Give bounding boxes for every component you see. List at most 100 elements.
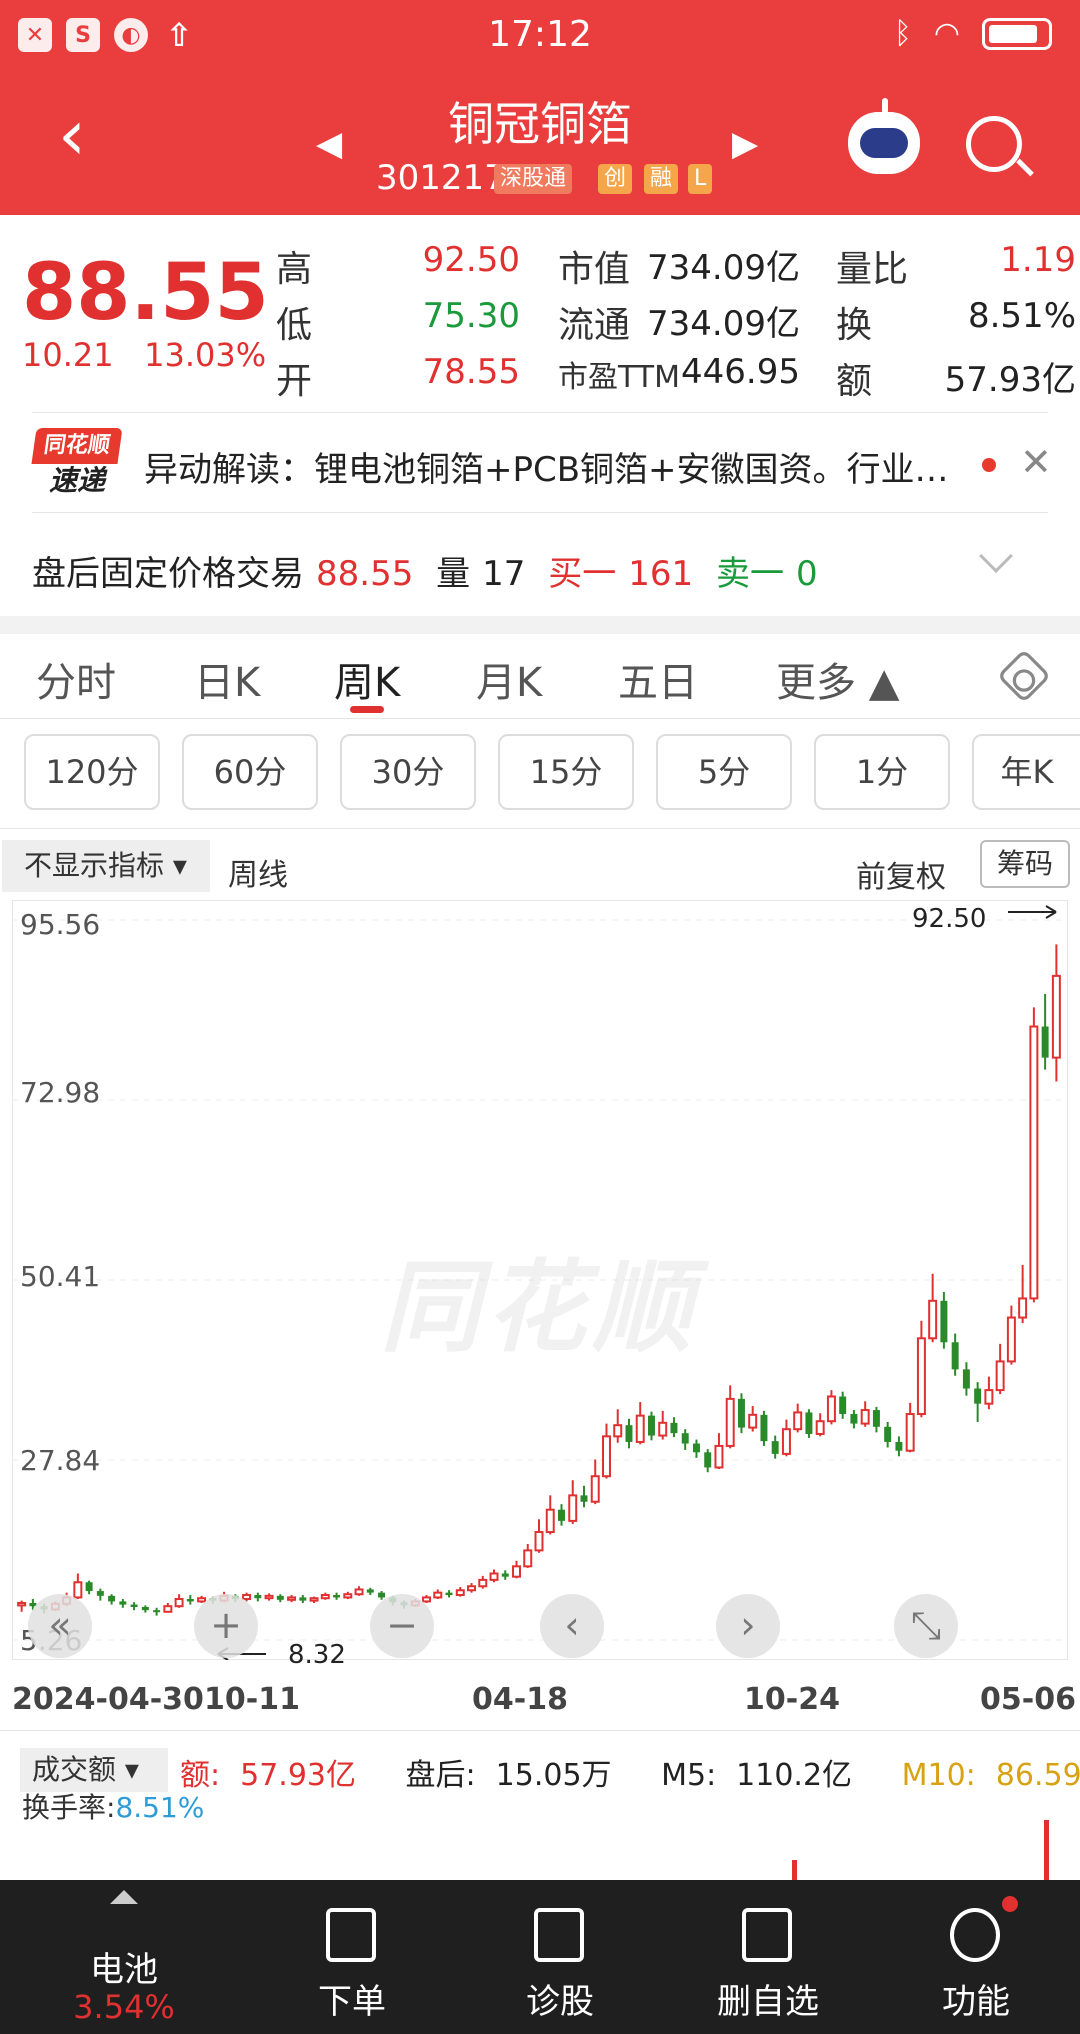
remove-watchlist-button[interactable]: 删自选 (678, 1880, 858, 2034)
search-icon[interactable] (966, 116, 1022, 172)
candle-body (1018, 1297, 1028, 1319)
candle-body (793, 1411, 803, 1431)
after-stat: 盘后: 15.05万 (406, 1758, 632, 1793)
period-5m[interactable]: 5分 (656, 734, 792, 810)
amount-stat: 额: 57.93亿 (180, 1758, 376, 1793)
tab-more[interactable]: 更多 ▲ (776, 650, 899, 708)
chips-button[interactable]: 筹码 (980, 840, 1070, 888)
indicator-select[interactable]: 不显示指标 ▾ (2, 840, 210, 892)
change-value: 10.21 (22, 336, 114, 374)
candle-body (884, 1426, 892, 1442)
candle-body (433, 1591, 443, 1599)
candle-body (860, 1409, 870, 1425)
x-tick-5: 05-06 (980, 1682, 1076, 1717)
low-value: 75.30 (422, 296, 520, 336)
candle-body (737, 1398, 745, 1428)
turnover-value: 8.51% (967, 296, 1076, 336)
functions-icon (950, 1908, 1000, 1962)
app-header: ✕ S ◐ ⇧ 17:12 ᛒ ◠ ‹ ◀ 铜冠铜箔 ▶ 301217 深股通 … (0, 0, 1080, 215)
candle-body (916, 1337, 926, 1416)
m10-stat-label: M10: (901, 1758, 976, 1793)
candle-body (692, 1443, 700, 1453)
candle-body (153, 1610, 161, 1613)
float-cap-value: 734.09亿 (647, 304, 800, 344)
period-year-k[interactable]: 年K (972, 734, 1080, 810)
unread-dot (982, 458, 996, 472)
robot-assistant-icon[interactable] (848, 98, 920, 174)
candle-body (523, 1549, 533, 1568)
diagnose-icon (534, 1908, 584, 1962)
expand-up-icon[interactable] (110, 1890, 138, 1904)
float-cap-label: 流通 (558, 305, 631, 346)
chevron-down-icon[interactable] (979, 539, 1013, 573)
remove-watchlist-label: 删自选 (717, 1982, 819, 2022)
scroll-right-icon[interactable]: › (716, 1594, 780, 1658)
volume-ratio-value: 1.19 (1000, 240, 1076, 280)
order-button[interactable]: 下单 (262, 1880, 442, 2034)
diagnose-label: 诊股 (526, 1982, 594, 2022)
period-120m[interactable]: 120分 (24, 734, 160, 810)
volume-ratio-label: 量比 (836, 249, 909, 290)
order-icon (326, 1908, 376, 1962)
open-value: 78.55 (422, 352, 520, 392)
candle-body (658, 1421, 668, 1437)
tab-timeshare[interactable]: 分时 (36, 650, 116, 708)
market-cap-label: 市值 (558, 249, 631, 290)
scroll-left-icon[interactable]: ‹ (540, 1594, 604, 1658)
candle-body (163, 1605, 173, 1613)
tab-five-day[interactable]: 五日 (618, 650, 698, 708)
settings-icon[interactable] (996, 648, 1052, 704)
adjustment-toggle[interactable]: 前复权 (856, 852, 946, 896)
market-cap-value: 734.09亿 (647, 248, 800, 288)
candle-body (590, 1475, 600, 1503)
candle-body (96, 1591, 104, 1596)
buy1-label: 买一 (548, 554, 617, 594)
candle-body (995, 1360, 1005, 1392)
period-60m[interactable]: 60分 (182, 734, 318, 810)
news-headline[interactable]: 异动解读：锂电池铜箔+PCB铜箔+安徽国资。行业… (144, 442, 949, 491)
period-1m[interactable]: 1分 (814, 734, 950, 810)
tab-daily-k[interactable]: 日K (194, 650, 260, 708)
diagnose-button[interactable]: 诊股 (470, 1880, 650, 2034)
period-15m[interactable]: 15分 (498, 734, 634, 810)
notification-dot (1002, 1896, 1018, 1912)
candle-body (1041, 1026, 1049, 1058)
zoom-in-icon[interactable]: + (194, 1594, 258, 1658)
high-value: 92.50 (422, 240, 520, 280)
candle-body (760, 1414, 768, 1442)
functions-button[interactable]: 功能 (886, 1880, 1066, 2034)
fast-backward-icon[interactable]: « (28, 1594, 92, 1658)
divider (32, 412, 1048, 413)
sell1-label: 卖一 (715, 554, 784, 594)
high-marker-label: 92.50 (912, 904, 987, 934)
candle-body (141, 1606, 149, 1611)
amount-value: 57.93亿 (944, 360, 1076, 400)
news-close-icon[interactable]: ✕ (1020, 440, 1052, 484)
battery-sector-pct: 3.54% (73, 1988, 175, 2026)
candle-body (895, 1441, 903, 1451)
period-30m[interactable]: 30分 (340, 734, 476, 810)
candle-body (489, 1572, 499, 1581)
tab-weekly-k[interactable]: 周K (334, 650, 400, 708)
high-label: 高 (276, 249, 313, 290)
next-stock-icon[interactable]: ▶ (732, 124, 758, 164)
watermark: 同花顺 (380, 1249, 698, 1366)
tag-chuang: 创 (598, 164, 633, 194)
after-hours-row[interactable]: 盘后固定价格交易 88.55 量 17 买一 161 卖一 0 (32, 546, 830, 595)
candle-body (501, 1573, 509, 1577)
candle-body (366, 1589, 374, 1593)
bottom-toolbar: 电池 3.54% 下单 诊股 删自选 功能 (0, 1880, 1080, 2034)
candle-body (343, 1593, 353, 1599)
zoom-out-icon[interactable]: − (370, 1594, 434, 1658)
volume-bar (1044, 1820, 1049, 1880)
candle-body (85, 1582, 93, 1592)
tab-monthly-k[interactable]: 月K (476, 650, 542, 708)
candle-body (568, 1494, 578, 1522)
m10-stat: M10: 86.59亿 (902, 1758, 1080, 1793)
bluetooth-icon: ᛒ (893, 16, 912, 51)
fullscreen-icon[interactable]: ⤡ (894, 1594, 958, 1658)
candle-body (984, 1389, 994, 1405)
battery-icon (982, 17, 1052, 50)
m5-stat-value: 110.2亿 (736, 1758, 853, 1793)
candle-body (130, 1604, 138, 1607)
